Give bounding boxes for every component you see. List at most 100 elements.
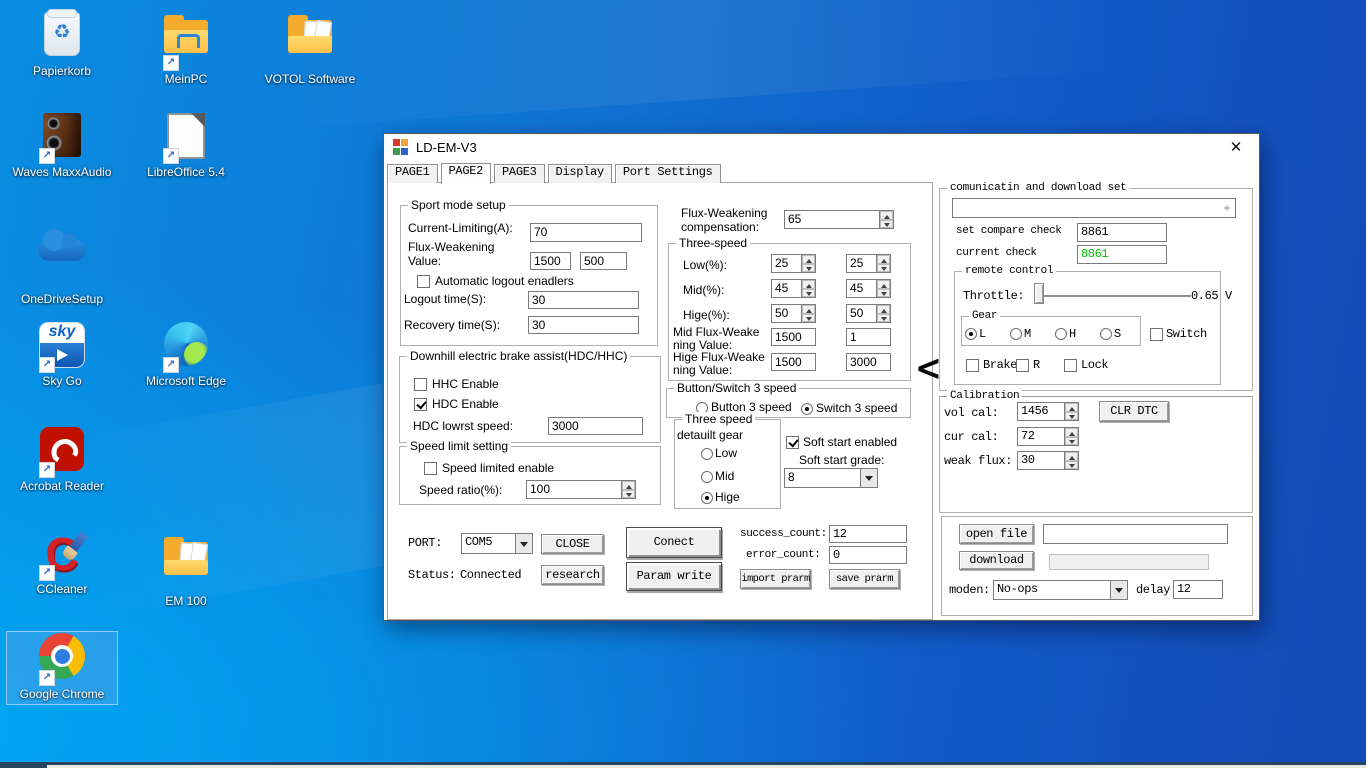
spinner-up-down[interactable]	[801, 255, 815, 272]
low-percent-label: Low(%):	[683, 258, 727, 272]
desktop-icon-onedrivesetup[interactable]: OneDriveSetup	[7, 220, 117, 306]
hdc-lowest-speed-field[interactable]: 3000	[548, 417, 643, 435]
gear-s-radio[interactable]	[1100, 328, 1112, 340]
flux-value-field-2[interactable]: 500	[580, 252, 627, 270]
gear-hige-radio[interactable]	[701, 492, 713, 504]
desktop-icon-meinpc[interactable]: ↗ MeinPC	[131, 8, 241, 86]
hige-percent-field-2[interactable]: 50	[846, 304, 891, 323]
gear-low-radio[interactable]	[701, 448, 713, 460]
tab-port-settings[interactable]: Port Settings	[615, 164, 721, 183]
gear-mid-radio[interactable]	[701, 471, 713, 483]
spinner-up-down[interactable]	[801, 280, 815, 297]
close-port-button[interactable]: CLOSE	[541, 534, 604, 554]
throttle-slider-handle[interactable]	[1034, 283, 1044, 304]
hige-percent-field-1[interactable]: 50	[771, 304, 816, 323]
auto-logout-checkbox[interactable]	[417, 275, 430, 288]
r-checkbox[interactable]	[1016, 359, 1029, 372]
low-percent-field-2[interactable]: 25	[846, 254, 891, 273]
switch3speed-radio[interactable]	[801, 403, 813, 415]
open-file-button[interactable]: open file	[959, 524, 1034, 544]
brake-checkbox[interactable]	[966, 359, 979, 372]
spinner-up-down[interactable]	[1064, 452, 1078, 469]
spinner-up-down[interactable]	[1064, 403, 1078, 420]
flux-value-field-1[interactable]: 1500	[530, 252, 571, 270]
clr-dtc-button[interactable]: CLR DTC	[1099, 401, 1169, 422]
moden-select[interactable]: No-ops	[993, 580, 1128, 600]
soft-start-checkbox[interactable]	[786, 436, 799, 449]
app-window: LD-EM-V3 ✕ PAGE1 PAGE2 PAGE3 Display Por…	[383, 133, 1260, 621]
tab-display[interactable]: Display	[548, 164, 612, 183]
flux-comp-field[interactable]: 65	[784, 210, 894, 229]
switch-checkbox[interactable]	[1150, 328, 1163, 341]
comm-input[interactable]	[952, 198, 1236, 218]
desktop-icon-ccleaner[interactable]: C ↗ CCleaner	[7, 530, 117, 596]
dropdown-arrow-icon[interactable]	[1110, 581, 1127, 599]
group-title: Three speed	[682, 412, 755, 426]
low-percent-field-1[interactable]: 25	[771, 254, 816, 273]
vol-cal-field[interactable]: 1456	[1017, 402, 1079, 421]
import-param-button[interactable]: import prarm	[740, 569, 811, 589]
hige-percent-label: Hige(%):	[683, 308, 730, 322]
mid-flux-field-1[interactable]: 1500	[771, 328, 816, 346]
hige-flux-field-2[interactable]: 3000	[846, 353, 891, 371]
desktop-icon-papierkorb[interactable]: Papierkorb	[7, 8, 117, 78]
title-bar[interactable]: LD-EM-V3 ✕	[384, 134, 1259, 160]
spinner-up-down[interactable]	[876, 280, 890, 297]
spinner-up-down[interactable]	[876, 305, 890, 322]
tab-page1[interactable]: PAGE1	[387, 164, 438, 183]
gear-m-radio[interactable]	[1010, 328, 1022, 340]
weak-flux-field[interactable]: 30	[1017, 451, 1079, 470]
set-compare-field[interactable]: 8861	[1077, 223, 1167, 242]
desktop-icon-sky-go[interactable]: sky ↗ Sky Go	[7, 320, 117, 388]
mid-percent-field-2[interactable]: 45	[846, 279, 891, 298]
lock-checkbox[interactable]	[1064, 359, 1077, 372]
success-count-field[interactable]: 12	[829, 525, 907, 543]
desktop-icon-em100[interactable]: EM 100	[131, 530, 241, 608]
port-select[interactable]: COM5	[461, 533, 533, 554]
spinner-up-down[interactable]	[876, 255, 890, 272]
delay-field[interactable]: 12	[1173, 580, 1223, 599]
tab-page2[interactable]: PAGE2	[441, 163, 492, 184]
mini-scroll-arrows-icon[interactable]	[1222, 200, 1232, 216]
soft-start-grade-select[interactable]: 8	[784, 468, 878, 488]
dropdown-arrow-icon[interactable]	[515, 534, 532, 553]
mid-flux-field-2[interactable]: 1	[846, 328, 891, 346]
connect-button[interactable]: Conect	[626, 527, 722, 558]
close-icon[interactable]: ✕	[1227, 138, 1245, 156]
spinner-up-down[interactable]	[621, 481, 635, 498]
tab-page3[interactable]: PAGE3	[494, 164, 545, 183]
hige-flux-field-1[interactable]: 1500	[771, 353, 816, 371]
recovery-time-field[interactable]: 30	[528, 316, 639, 334]
spinner-up-down[interactable]	[879, 211, 893, 228]
desktop-icon-votol-software[interactable]: VOTOL Software	[255, 8, 365, 86]
hhc-checkbox[interactable]	[414, 378, 427, 391]
collapse-arrow[interactable]: <	[915, 350, 942, 385]
desktop-icon-waves-maxxaudio[interactable]: ↗ Waves MaxxAudio	[7, 110, 117, 179]
throttle-slider-track[interactable]	[1039, 295, 1191, 297]
spinner-up-down[interactable]	[1064, 428, 1078, 445]
mid-percent-field-1[interactable]: 45	[771, 279, 816, 298]
open-file-field[interactable]	[1043, 524, 1228, 544]
error-count-field[interactable]: 0	[829, 546, 907, 564]
desktop-icon-google-chrome[interactable]: ↗ Google Chrome	[7, 632, 117, 704]
current-check-field[interactable]: 8861	[1077, 245, 1167, 264]
speed-ratio-field[interactable]: 100	[526, 480, 636, 499]
save-param-button[interactable]: save prarm	[829, 569, 900, 589]
desktop-icon-libreoffice[interactable]: ↗ LibreOffice 5.4	[131, 110, 241, 179]
speed-limited-checkbox[interactable]	[424, 462, 437, 475]
current-limiting-field[interactable]: 70	[530, 223, 642, 242]
research-button[interactable]: research	[541, 565, 604, 585]
flux-comp-label-2: compensation:	[681, 220, 759, 234]
gear-h-radio[interactable]	[1055, 328, 1067, 340]
brake-label: Brake	[983, 358, 1017, 372]
param-write-button[interactable]: Param write	[626, 562, 722, 591]
download-button[interactable]: download	[959, 551, 1034, 570]
desktop-icon-acrobat-reader[interactable]: ↗ Acrobat Reader	[7, 425, 117, 493]
desktop-icon-microsoft-edge[interactable]: ↗ Microsoft Edge	[131, 320, 241, 388]
hdc-checkbox[interactable]	[414, 398, 427, 411]
spinner-up-down[interactable]	[801, 305, 815, 322]
cur-cal-field[interactable]: 72	[1017, 427, 1079, 446]
logout-time-field[interactable]: 30	[528, 291, 639, 309]
gear-l-radio[interactable]	[965, 328, 977, 340]
dropdown-arrow-icon[interactable]	[860, 469, 877, 487]
